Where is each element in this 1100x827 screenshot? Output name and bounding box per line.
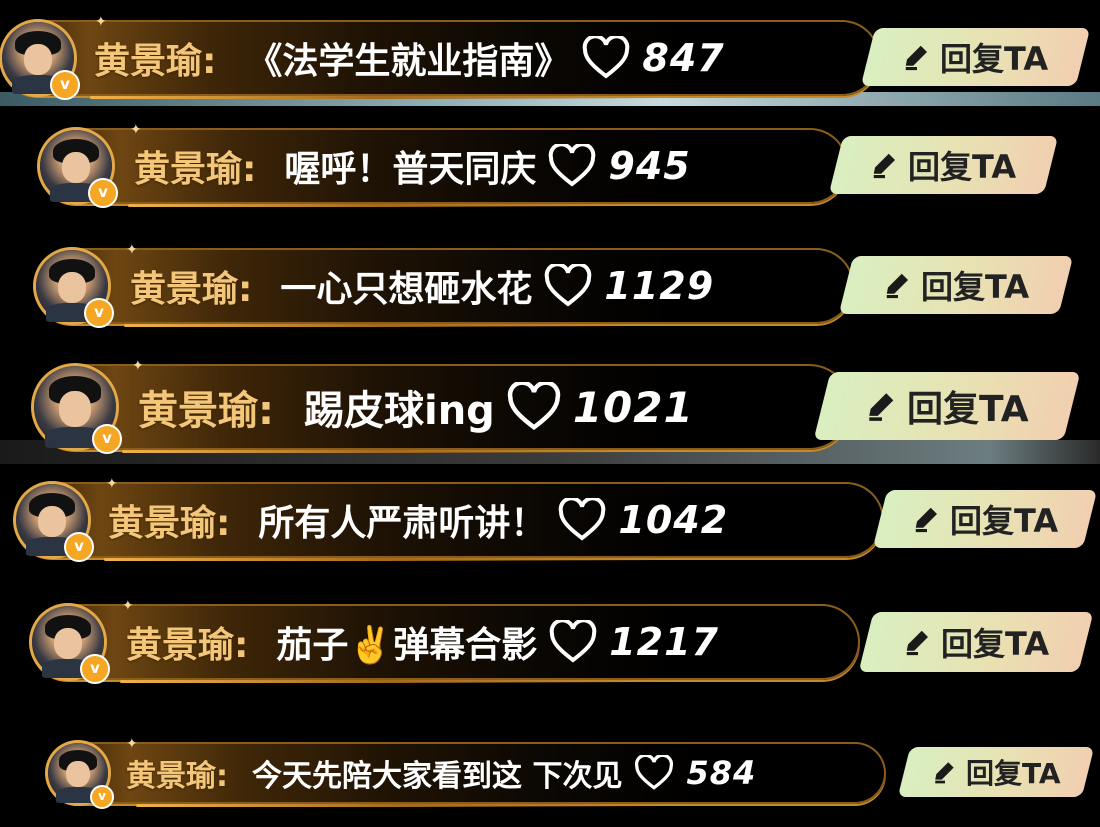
pen-icon	[886, 273, 908, 299]
reply-button[interactable]: 回复TA	[872, 490, 1098, 548]
avatar[interactable]: v	[36, 250, 114, 328]
heart-icon[interactable]	[507, 382, 561, 432]
reply-label: 回复TA	[920, 268, 1030, 306]
heart-icon[interactable]	[582, 36, 630, 80]
comment-text: 一心只想砸水花	[280, 269, 533, 310]
like-count: 1042	[618, 498, 729, 542]
verified-badge-icon: v	[84, 298, 114, 328]
verified-badge-icon: v	[92, 424, 122, 454]
verified-badge-icon: v	[64, 532, 94, 562]
heart-icon[interactable]	[544, 264, 592, 308]
username[interactable]: 黄景瑜:	[94, 32, 216, 84]
reply-label: 回复TA	[940, 40, 1049, 78]
heart-icon[interactable]	[549, 620, 597, 664]
pen-icon	[934, 762, 954, 784]
username[interactable]: 黄景瑜:	[126, 616, 248, 668]
avatar[interactable]: v	[48, 743, 114, 809]
like-count: 847	[642, 36, 725, 80]
avatar[interactable]: v	[2, 22, 80, 100]
reply-label: 回复TA	[949, 502, 1059, 540]
avatar[interactable]: v	[34, 366, 122, 454]
username[interactable]: 黄景瑜:	[130, 260, 252, 312]
comment-text: 踢皮球ing	[304, 388, 495, 434]
verified-badge-icon: v	[88, 178, 118, 208]
like-count: 1217	[609, 620, 719, 664]
comment-bullet: v 黄景瑜: 今天先陪大家看到这 下次见 584 ✦	[46, 736, 886, 809]
heart-icon[interactable]	[634, 755, 674, 791]
reply-button[interactable]: 回复TA	[858, 612, 1094, 672]
reply-button[interactable]: 回复TA	[897, 747, 1095, 797]
comment-bullet: v 黄景瑜: 踢皮球ing 1021 ✦	[32, 358, 852, 454]
reply-button[interactable]: 回复TA	[838, 256, 1074, 314]
username[interactable]: 黄景瑜:	[108, 494, 230, 546]
pen-icon	[915, 507, 937, 533]
avatar[interactable]: v	[16, 484, 94, 562]
comment-text: 所有人严肃听讲！	[258, 503, 547, 544]
avatar[interactable]: v	[40, 130, 118, 208]
like-count: 1129	[604, 264, 715, 308]
pen-icon	[906, 45, 928, 71]
like-count: 945	[608, 144, 691, 188]
pen-icon	[869, 393, 894, 421]
reply-button[interactable]: 回复TA	[828, 136, 1059, 194]
comment-bullet: v 黄景瑜: 茄子✌️弹幕合影 1217 ✦	[30, 598, 860, 684]
username[interactable]: 黄景瑜:	[138, 378, 274, 436]
reply-label: 回复TA	[940, 625, 1050, 663]
reply-label: 回复TA	[965, 757, 1061, 790]
like-count: 584	[686, 754, 757, 792]
username[interactable]: 黄景瑜:	[126, 751, 228, 795]
comment-text: 喔呼！普天同庆	[284, 149, 537, 190]
reply-label: 回复TA	[907, 389, 1029, 430]
heart-icon[interactable]	[558, 498, 606, 542]
reply-label: 回复TA	[908, 148, 1017, 186]
verified-badge-icon: v	[90, 785, 114, 809]
comment-bullet: v 黄景瑜: 喔呼！普天同庆 945 ✦	[38, 122, 848, 208]
comment-bullet: v 黄景瑜: 一心只想砸水花 1129 ✦	[34, 242, 854, 328]
verified-badge-icon: v	[80, 654, 110, 684]
comment-bullet: v 黄景瑜: 《法学生就业指南》 847 ✦	[0, 14, 880, 100]
pen-icon	[874, 153, 896, 179]
reply-button[interactable]: 回复TA	[813, 372, 1081, 440]
comment-bullet: v 黄景瑜: 所有人严肃听讲！ 1042 ✦	[14, 476, 884, 562]
like-count: 1021	[572, 382, 694, 432]
avatar[interactable]: v	[32, 606, 110, 684]
verified-badge-icon: v	[50, 70, 80, 100]
reply-button[interactable]: 回复TA	[860, 28, 1091, 86]
comment-text: 今天先陪大家看到这 下次见	[252, 759, 623, 794]
comment-text: 《法学生就业指南》	[246, 41, 571, 82]
pen-icon	[906, 630, 928, 656]
username[interactable]: 黄景瑜:	[134, 140, 256, 192]
heart-icon[interactable]	[548, 144, 596, 188]
comment-text: 茄子✌️弹幕合影	[276, 625, 538, 666]
